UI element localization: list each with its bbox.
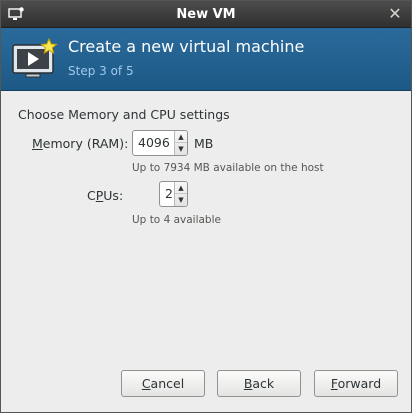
wizard-header: Create a new virtual machine Step 3 of 5 xyxy=(1,28,411,91)
close-icon[interactable]: ✕ xyxy=(387,6,403,22)
wizard-heading: Create a new virtual machine xyxy=(68,37,305,56)
memory-up-icon[interactable]: ▲ xyxy=(175,131,187,143)
memory-down-icon[interactable]: ▼ xyxy=(175,143,187,155)
memory-value[interactable]: 4096 xyxy=(138,131,170,155)
wizard-step: Step 3 of 5 xyxy=(68,64,134,78)
cpus-up-icon[interactable]: ▲ xyxy=(175,182,187,194)
forward-button[interactable]: Forward xyxy=(314,370,398,397)
memory-unit: MB xyxy=(194,136,214,151)
memory-spinbox[interactable]: 4096 ▲ ▼ xyxy=(132,130,188,156)
memory-hint: Up to 7934 MB available on the host xyxy=(132,162,324,174)
title-bar: New VM ✕ xyxy=(1,1,411,28)
new-vm-dialog: New VM ✕ Create a new virtual machine St… xyxy=(0,0,412,413)
window-title: New VM xyxy=(176,7,236,22)
computer-star-icon xyxy=(12,37,58,78)
memory-stepper: ▲ ▼ xyxy=(174,131,187,155)
cpus-hint: Up to 4 available xyxy=(132,214,221,226)
back-button[interactable]: Back xyxy=(217,370,301,397)
cpus-label: CPUs: xyxy=(87,188,124,203)
cancel-button[interactable]: Cancel xyxy=(121,370,205,397)
section-title: Choose Memory and CPU settings xyxy=(18,107,230,122)
cpus-down-icon[interactable]: ▼ xyxy=(175,194,187,206)
cpus-spinbox[interactable]: 2 ▲ ▼ xyxy=(159,181,188,207)
cpus-value[interactable]: 2 xyxy=(165,182,173,206)
cpus-stepper: ▲ ▼ xyxy=(174,182,187,206)
memory-label: Memory (RAM): xyxy=(32,136,129,151)
